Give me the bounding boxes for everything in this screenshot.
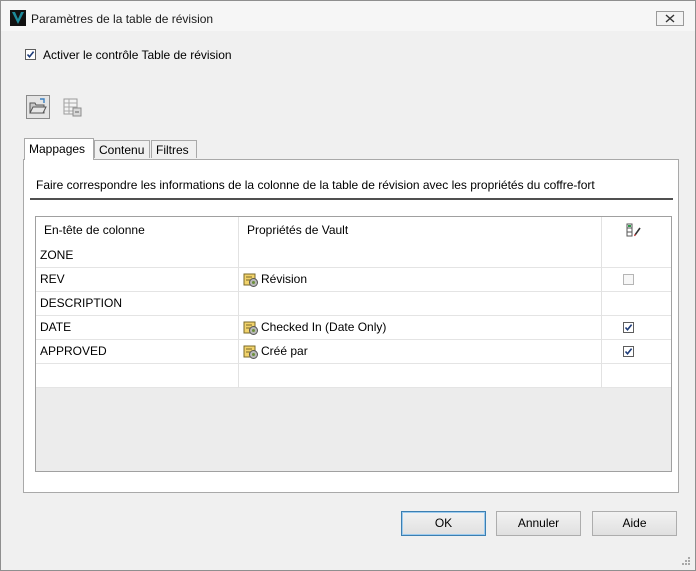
open-folder-icon xyxy=(29,98,47,114)
mappings-description: Faire correspondre les informations de l… xyxy=(36,178,595,192)
vault-property-icon xyxy=(243,273,258,287)
cell-vault-property[interactable]: Checked In (Date Only) xyxy=(239,316,601,339)
open-file-button[interactable] xyxy=(26,95,50,119)
tab-filtres[interactable]: Filtres xyxy=(151,140,197,158)
window-title: Paramètres de la table de révision xyxy=(31,12,214,26)
cell-column-header: ZONE xyxy=(40,248,74,262)
tab-contenu[interactable]: Contenu xyxy=(94,140,150,158)
separator-line xyxy=(30,198,673,200)
cell-column-header: APPROVED xyxy=(40,344,107,358)
column-divider xyxy=(601,292,602,316)
column-divider xyxy=(601,217,602,244)
column-divider xyxy=(601,364,602,388)
column-divider xyxy=(601,340,602,364)
vault-property-label: Révision xyxy=(261,272,308,286)
cancel-button[interactable]: Annuler xyxy=(496,511,581,536)
mapping-grid[interactable]: En-tête de colonne Propriétés de Vault Z… xyxy=(35,216,672,472)
resize-grip-icon[interactable] xyxy=(681,556,691,566)
app-logo-icon xyxy=(10,10,26,26)
cell-vault-property[interactable]: Révision xyxy=(239,268,601,291)
enable-control-label: Activer le contrôle Table de révision xyxy=(43,48,232,62)
tab-mappages[interactable]: Mappages xyxy=(24,138,94,160)
table-row[interactable]: DESCRIPTION xyxy=(36,292,671,316)
table-row-empty[interactable] xyxy=(36,364,671,388)
dialog-window: Paramètres de la table de révision Activ… xyxy=(0,0,696,571)
column-divider xyxy=(238,292,239,316)
row-checkbox[interactable] xyxy=(623,274,634,285)
title-bar: Paramètres de la table de révision xyxy=(1,1,695,31)
cell-vault-property[interactable]: Créé par xyxy=(239,340,601,363)
column-divider xyxy=(238,217,239,244)
close-icon xyxy=(665,14,675,23)
row-checkbox[interactable] xyxy=(623,346,634,357)
row-checkbox[interactable] xyxy=(623,322,634,333)
checkmark-icon xyxy=(26,51,35,59)
column-header-en-tete[interactable]: En-tête de colonne xyxy=(36,217,239,244)
column-divider xyxy=(238,244,239,268)
vault-property-icon xyxy=(243,345,258,359)
cell-column-header: REV xyxy=(40,272,65,286)
column-edit-icon xyxy=(626,223,641,237)
vault-property-icon xyxy=(243,321,258,335)
close-button[interactable] xyxy=(656,11,684,26)
checkmark-icon xyxy=(624,324,633,332)
grid-header: En-tête de colonne Propriétés de Vault xyxy=(36,217,671,245)
table-row[interactable]: REV Révision xyxy=(36,268,671,292)
table-row[interactable]: APPROVED Créé par xyxy=(36,340,671,364)
table-row[interactable]: DATE Checked In (Date Only) xyxy=(36,316,671,340)
cell-column-header: DESCRIPTION xyxy=(40,296,123,310)
column-divider xyxy=(601,268,602,292)
column-header-edit[interactable] xyxy=(602,217,671,244)
column-divider xyxy=(601,244,602,268)
table-settings-icon xyxy=(63,98,82,117)
vault-property-label: Checked In (Date Only) xyxy=(261,320,387,334)
cell-column-header: DATE xyxy=(40,320,72,334)
table-settings-button[interactable] xyxy=(60,95,84,119)
column-divider xyxy=(238,364,239,388)
help-button[interactable]: Aide xyxy=(592,511,677,536)
column-header-vault[interactable]: Propriétés de Vault xyxy=(239,217,602,244)
checkmark-icon xyxy=(624,348,633,356)
enable-control-checkbox[interactable] xyxy=(25,49,36,60)
ok-button[interactable]: OK xyxy=(401,511,486,536)
column-divider xyxy=(601,316,602,340)
table-row[interactable]: ZONE xyxy=(36,244,671,268)
mappings-panel: Faire correspondre les informations de l… xyxy=(23,159,679,493)
vault-property-label: Créé par xyxy=(261,344,308,358)
